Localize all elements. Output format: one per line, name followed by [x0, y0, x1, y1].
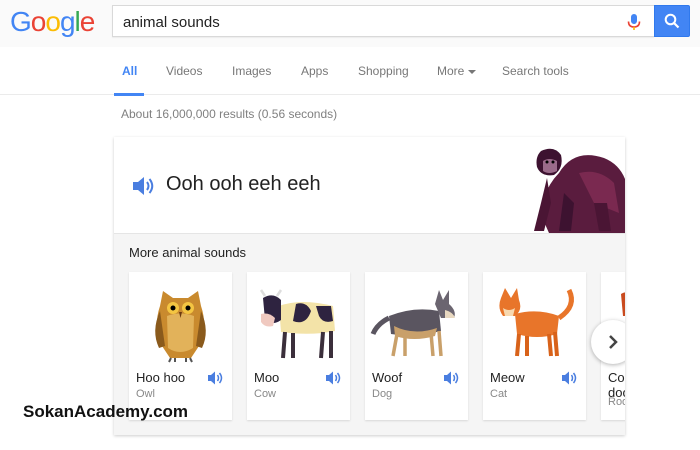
- animal-card-owl[interactable]: Hoo hoo Owl: [129, 272, 232, 420]
- animal-card-cow[interactable]: Moo Cow: [247, 272, 350, 420]
- animal-sound-label: Hoo hoo: [136, 370, 186, 385]
- logo-letter: o: [45, 6, 61, 37]
- owl-illustration: [155, 291, 206, 363]
- active-tab-indicator: [114, 93, 144, 96]
- featured-sound: Ooh ooh eeh eeh: [114, 137, 625, 233]
- animal-sounds-card: Ooh ooh eeh eeh More animal sounds Hoo h…: [114, 137, 625, 435]
- animal-name-label: Dog: [372, 388, 393, 400]
- cow-illustration: [259, 289, 335, 359]
- animal-sound-label: Meow: [490, 370, 525, 385]
- cat-illustration: [499, 288, 574, 357]
- logo-letter: G: [10, 6, 32, 37]
- tab-images[interactable]: Images: [232, 64, 271, 78]
- more-animal-sounds: More animal sounds Hoo hoo Owl Moo Cow W…: [114, 233, 625, 435]
- tab-all[interactable]: All: [122, 64, 137, 78]
- logo-letter: e: [79, 6, 96, 37]
- search-box[interactable]: [112, 5, 654, 37]
- search-tabs: All Videos Images Apps Shopping More Sea…: [0, 47, 700, 96]
- watermark: SokanAcademy.com: [23, 402, 189, 421]
- search-icon: [664, 13, 680, 29]
- tab-shopping[interactable]: Shopping: [358, 64, 409, 78]
- animal-name-label: Owl: [136, 388, 155, 400]
- search-input[interactable]: [123, 12, 603, 32]
- speaker-icon[interactable]: [561, 370, 579, 386]
- animal-name-label: Cat: [490, 388, 508, 400]
- animal-sound-label: Moo: [254, 370, 280, 385]
- dog-illustration: [370, 290, 455, 357]
- animal-sound-label: Woof: [372, 370, 403, 385]
- tab-apps[interactable]: Apps: [301, 64, 328, 78]
- google-logo[interactable]: Google: [10, 6, 96, 38]
- tab-search-tools[interactable]: Search tools: [502, 64, 569, 78]
- tab-videos[interactable]: Videos: [166, 64, 202, 78]
- header: Google: [0, 0, 700, 47]
- gorilla-illustration: [534, 148, 625, 233]
- animal-name-label: Cow: [254, 388, 277, 400]
- tab-more[interactable]: More: [437, 64, 476, 78]
- search-button[interactable]: [654, 5, 690, 37]
- microphone-icon[interactable]: [624, 12, 644, 32]
- results-stats: About 16,000,000 results (0.56 seconds): [121, 107, 338, 121]
- logo-letter: o: [30, 6, 47, 37]
- tab-more-label: More: [437, 64, 465, 78]
- caret-down-icon: [467, 69, 476, 74]
- speaker-icon[interactable]: [325, 370, 343, 386]
- animal-sound-line-1: Co: [608, 370, 625, 385]
- animal-name-label: Roo: [608, 396, 625, 408]
- next-button[interactable]: [591, 320, 625, 364]
- speaker-icon[interactable]: [207, 370, 225, 386]
- speaker-icon[interactable]: [132, 175, 156, 197]
- speaker-icon[interactable]: [443, 370, 461, 386]
- featured-sound-text: Ooh ooh eeh eeh: [166, 173, 321, 195]
- more-animal-sounds-title: More animal sounds: [129, 245, 247, 260]
- logo-letter: g: [59, 6, 76, 37]
- animal-card-cat[interactable]: Meow Cat: [483, 272, 586, 420]
- animal-card-dog[interactable]: Woof Dog: [365, 272, 468, 420]
- chevron-right-icon: [609, 335, 618, 349]
